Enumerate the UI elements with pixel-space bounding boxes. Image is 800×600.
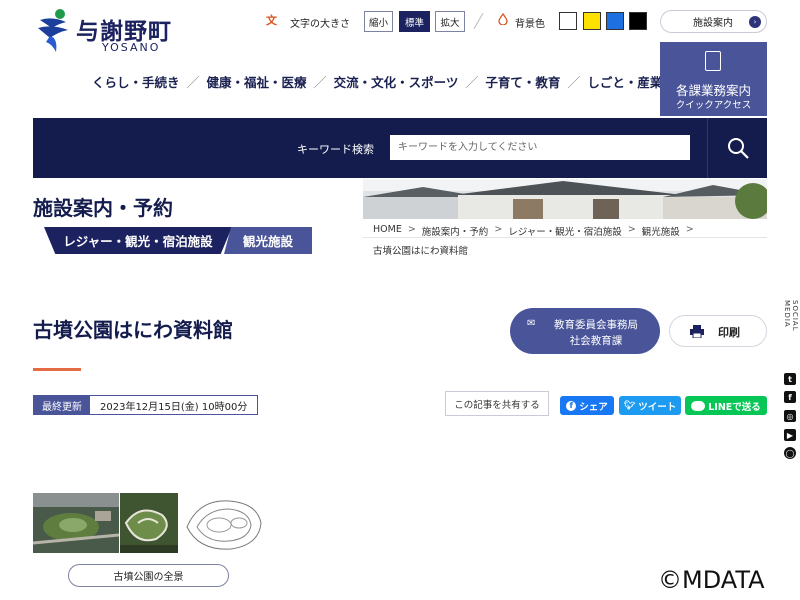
last-updated-label: 最終更新 bbox=[34, 396, 90, 414]
bg-yellow-swatch[interactable] bbox=[583, 12, 601, 30]
nav-item-education[interactable]: 子育て・教育 bbox=[485, 72, 560, 91]
hero-image bbox=[363, 179, 767, 219]
breadcrumb-tourism[interactable]: 観光施設 bbox=[642, 224, 680, 238]
printer-icon bbox=[690, 325, 704, 338]
breadcrumb: HOME > 施設案内・予約 > レジャー・観光・宿泊施設 > 観光施設 > 古… bbox=[363, 219, 767, 261]
line-icon bbox=[691, 400, 706, 411]
department-contact-button[interactable]: ✉ 教育委員会事務局 社会教育課 bbox=[510, 308, 660, 354]
bg-blue-swatch[interactable] bbox=[606, 12, 624, 30]
facility-guide-link[interactable]: 施設案内 › bbox=[660, 10, 767, 33]
page-category: 施設案内・予約 bbox=[33, 196, 173, 220]
breadcrumb-facilities[interactable]: 施設案内・予約 bbox=[422, 224, 489, 238]
search-button[interactable] bbox=[708, 118, 767, 178]
kofun-map-drawing[interactable] bbox=[179, 493, 266, 553]
background-color-label: 背景色 bbox=[515, 19, 545, 30]
search-label: キーワード検索 bbox=[297, 143, 374, 156]
nav-item-culture[interactable]: 交流・文化・スポーツ bbox=[334, 72, 459, 91]
background-color-icon bbox=[497, 12, 509, 28]
mail-icon: ✉ bbox=[527, 318, 536, 329]
facebook-icon: f bbox=[566, 400, 577, 411]
quick-access-subtitle: クイックアクセス bbox=[675, 100, 752, 111]
town-emblem-icon bbox=[38, 9, 68, 52]
nav-separator: ／ bbox=[313, 76, 327, 91]
font-size-icon: 文 bbox=[266, 14, 277, 27]
page-title: 古墳公園はにわ資料館 bbox=[33, 318, 233, 342]
facebook-share-button[interactable]: f シェア bbox=[560, 396, 614, 415]
photo-gallery bbox=[33, 493, 266, 553]
social-media-label: SOCIAL MEDIA bbox=[783, 300, 799, 332]
twitter-share-button[interactable]: 🐦︎ ツイート bbox=[619, 396, 681, 415]
search-icon bbox=[727, 138, 749, 159]
line-icon[interactable]: ◯ bbox=[784, 447, 796, 459]
print-label: 印刷 bbox=[718, 326, 740, 339]
nav-item-living[interactable]: くらし・手続き bbox=[92, 72, 180, 91]
aerial-photo-2[interactable] bbox=[120, 493, 178, 553]
facility-guide-label: 施設案内 bbox=[693, 18, 733, 29]
print-button[interactable]: 印刷 bbox=[669, 315, 767, 347]
line-share-label: LINEで送る bbox=[708, 401, 761, 413]
breadcrumb-separator: > bbox=[685, 224, 694, 235]
breadcrumb-separator: > bbox=[627, 224, 636, 235]
nav-separator: ／ bbox=[186, 76, 200, 91]
font-size-small-button[interactable]: 縮小 bbox=[364, 11, 393, 32]
category-tag-tourism[interactable]: 観光施設 bbox=[224, 227, 312, 254]
instagram-icon[interactable]: ◎ bbox=[784, 410, 796, 422]
breadcrumb-leisure[interactable]: レジャー・観光・宿泊施設 bbox=[508, 224, 622, 238]
twitter-icon[interactable]: t bbox=[784, 373, 796, 385]
line-share-button[interactable]: LINEで送る bbox=[685, 396, 767, 415]
breadcrumb-current: 古墳公園はにわ資料館 bbox=[373, 246, 469, 257]
font-size-standard-button[interactable]: 標準 bbox=[399, 11, 430, 32]
document-icon bbox=[705, 51, 721, 71]
nav-item-work[interactable]: しごと・産業 bbox=[587, 72, 662, 91]
chevron-right-icon: › bbox=[749, 16, 761, 28]
bg-black-swatch[interactable] bbox=[629, 12, 647, 30]
facebook-share-label: シェア bbox=[579, 401, 608, 413]
main-navigation: くらし・手続き ／ 健康・福祉・医療 ／ 交流・文化・スポーツ ／ 子育て・教育… bbox=[92, 72, 714, 91]
share-label: この記事を共有する bbox=[445, 391, 549, 416]
site-logo[interactable]: 与謝野町 YOSANO bbox=[36, 8, 176, 56]
logo-subtitle: YOSANO bbox=[102, 41, 161, 54]
category-tag-leisure[interactable]: レジャー・観光・宿泊施設 bbox=[44, 227, 232, 254]
breadcrumb-separator: > bbox=[407, 224, 416, 235]
twitter-icon: 🐦︎ bbox=[623, 400, 636, 411]
youtube-icon[interactable]: ▶ bbox=[784, 429, 796, 441]
aerial-photo-1[interactable] bbox=[33, 493, 119, 553]
nav-separator: ／ bbox=[465, 76, 479, 91]
nav-item-health[interactable]: 健康・福祉・医療 bbox=[207, 72, 307, 91]
department-name: 教育委員会事務局 bbox=[554, 319, 638, 331]
bg-white-swatch[interactable] bbox=[559, 12, 577, 30]
font-size-label: 文字の大きさ bbox=[290, 19, 350, 30]
last-updated-value: 2023年12月15日(金) 10時00分 bbox=[90, 396, 258, 414]
last-updated: 最終更新 2023年12月15日(金) 10時00分 bbox=[33, 395, 259, 415]
breadcrumb-separator: > bbox=[494, 224, 503, 235]
nav-separator: ／ bbox=[567, 76, 581, 91]
quick-access-button[interactable]: 各課業務案内 クイックアクセス bbox=[660, 42, 767, 116]
twitter-share-label: ツイート bbox=[638, 401, 677, 413]
breadcrumb-divider bbox=[363, 237, 767, 238]
utility-divider bbox=[473, 12, 484, 30]
breadcrumb-home[interactable]: HOME bbox=[373, 224, 402, 238]
title-underline bbox=[33, 368, 81, 371]
facebook-icon[interactable]: f bbox=[784, 391, 796, 403]
search-input[interactable] bbox=[390, 135, 690, 160]
watermark: ©MDATA bbox=[658, 566, 765, 594]
division-name: 社会教育課 bbox=[569, 335, 623, 347]
font-size-large-button[interactable]: 拡大 bbox=[435, 11, 465, 32]
gallery-caption-button[interactable]: 古墳公園の全景 bbox=[68, 564, 229, 587]
